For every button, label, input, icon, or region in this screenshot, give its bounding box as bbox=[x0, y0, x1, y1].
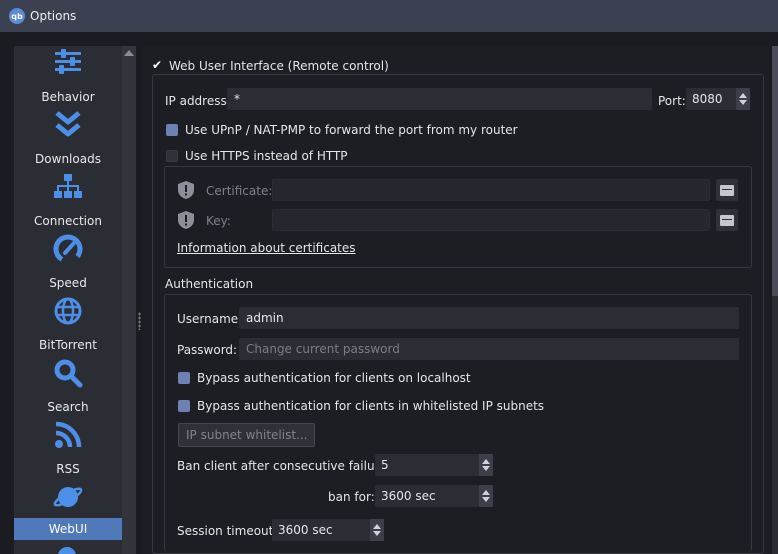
warning-shield-icon bbox=[178, 181, 194, 199]
password-label: Password: bbox=[177, 343, 238, 357]
scroll-up-arrow-icon[interactable] bbox=[124, 50, 134, 56]
upnp-checkbox[interactable] bbox=[166, 124, 178, 136]
ban-failures-spin-arrows[interactable] bbox=[479, 454, 493, 476]
splitter-handle[interactable] bbox=[138, 312, 141, 330]
webui-enable-label: Web User Interface (Remote control) bbox=[169, 59, 389, 73]
window-title: Options bbox=[30, 9, 77, 23]
password-placeholder: Change current password bbox=[246, 342, 400, 356]
bypass-localhost-checkbox[interactable] bbox=[178, 372, 190, 384]
key-label: Key: bbox=[206, 214, 231, 228]
certificate-label: Certificate: bbox=[206, 184, 273, 198]
webui-enable-checkbox[interactable]: ✔ bbox=[152, 58, 162, 72]
spin-down-icon[interactable] bbox=[373, 531, 381, 536]
ip-address-input[interactable]: * bbox=[227, 88, 652, 110]
bypass-whitelist-label: Bypass authentication for clients in whi… bbox=[197, 399, 545, 413]
ban-failures-label: Ban client after consecutive failures: bbox=[177, 459, 397, 473]
port-spin-arrows[interactable] bbox=[736, 88, 750, 110]
sidebar-item-label: Connection bbox=[34, 214, 102, 228]
sidebar-item-label: Downloads bbox=[35, 152, 101, 166]
spin-up-icon[interactable] bbox=[482, 459, 490, 464]
sidebar-item-bittorrent[interactable]: BitTorrent bbox=[14, 294, 122, 356]
authentication-section-title: Authentication bbox=[165, 277, 254, 291]
spin-down-icon[interactable] bbox=[482, 466, 490, 471]
session-timeout-label: Session timeout: bbox=[177, 524, 278, 538]
magnifier-icon bbox=[54, 359, 83, 388]
double-chevron-down-icon bbox=[55, 111, 81, 137]
sidebar-scrollbar[interactable] bbox=[122, 46, 136, 554]
options-sidebar: Behavior Downloads Connection Speed BitT… bbox=[14, 46, 122, 554]
sidebar-item-speed[interactable]: Speed bbox=[14, 232, 122, 294]
sidebar-item-label: Search bbox=[47, 400, 89, 414]
port-label: Port: bbox=[658, 94, 686, 108]
certificate-browse-button[interactable] bbox=[716, 179, 738, 201]
sliders-icon bbox=[55, 49, 81, 74]
username-label: Username: bbox=[177, 312, 243, 326]
sidebar-item-label: BitTorrent bbox=[39, 338, 97, 352]
title-bar: qb Options bbox=[0, 0, 778, 32]
ip-address-label: IP address: bbox=[165, 94, 231, 108]
https-label: Use HTTPS instead of HTTP bbox=[185, 149, 348, 163]
spin-down-icon[interactable] bbox=[482, 497, 490, 502]
ban-duration-spinbox[interactable]: 3600 sec bbox=[375, 485, 493, 507]
ban-failures-value: 5 bbox=[381, 458, 389, 472]
folder-browse-icon bbox=[720, 184, 734, 196]
network-icon bbox=[54, 174, 82, 198]
webui-settings-panel: ✔ Web User Interface (Remote control) IP… bbox=[142, 46, 770, 554]
sidebar-item-webui[interactable] bbox=[14, 480, 122, 554]
content-scrollbar[interactable] bbox=[772, 46, 778, 554]
ban-failures-spinbox[interactable]: 5 bbox=[375, 454, 493, 476]
port-value: 8080 bbox=[692, 92, 723, 106]
https-checkbox[interactable] bbox=[166, 150, 178, 162]
session-timeout-value: 3600 sec bbox=[278, 523, 333, 537]
bypass-localhost-label: Bypass authentication for clients on loc… bbox=[197, 371, 471, 385]
ban-duration-spin-arrows[interactable] bbox=[479, 485, 493, 507]
globe-icon bbox=[54, 297, 82, 325]
rss-icon bbox=[55, 421, 82, 448]
warning-shield-icon bbox=[178, 211, 194, 229]
upnp-label: Use UPnP / NAT-PMP to forward the port f… bbox=[185, 123, 518, 137]
qbittorrent-app-icon: qb bbox=[9, 8, 25, 24]
sidebar-item-rss[interactable]: RSS bbox=[14, 418, 122, 480]
key-browse-button[interactable] bbox=[716, 209, 738, 231]
spin-up-icon[interactable] bbox=[373, 524, 381, 529]
content-scrollbar-thumb[interactable] bbox=[772, 46, 778, 296]
sidebar-item-search[interactable]: Search bbox=[14, 356, 122, 418]
speedometer-icon bbox=[53, 234, 83, 264]
cert-info-link[interactable]: Information about certificates bbox=[177, 241, 356, 255]
session-timeout-spin-arrows[interactable] bbox=[370, 519, 384, 541]
password-input[interactable]: Change current password bbox=[239, 338, 739, 360]
partial-next-icon bbox=[58, 547, 76, 554]
spin-down-icon[interactable] bbox=[739, 100, 747, 105]
ban-duration-value: 3600 sec bbox=[381, 489, 436, 503]
folder-browse-icon bbox=[720, 214, 734, 226]
sidebar-item-label: Behavior bbox=[41, 90, 95, 104]
sidebar-item-label: RSS bbox=[56, 462, 80, 476]
bypass-whitelist-checkbox[interactable] bbox=[178, 400, 190, 412]
sidebar-item-label-active[interactable]: WebUI bbox=[14, 522, 122, 536]
planet-icon bbox=[53, 487, 83, 507]
sidebar-item-connection[interactable]: Connection bbox=[14, 170, 122, 232]
ip-subnet-whitelist-button[interactable]: IP subnet whitelist... bbox=[178, 423, 316, 447]
key-path-input[interactable] bbox=[272, 209, 710, 231]
spin-up-icon[interactable] bbox=[739, 93, 747, 98]
sidebar-item-downloads[interactable]: Downloads bbox=[14, 108, 122, 170]
session-timeout-spinbox[interactable]: 3600 sec bbox=[272, 519, 384, 541]
ban-for-label: ban for: bbox=[328, 490, 375, 504]
port-spinbox[interactable]: 8080 bbox=[686, 88, 750, 110]
sidebar-item-behavior[interactable]: Behavior bbox=[14, 46, 122, 108]
certificate-path-input[interactable] bbox=[272, 179, 710, 201]
username-input[interactable]: admin bbox=[239, 307, 739, 329]
spin-up-icon[interactable] bbox=[482, 490, 490, 495]
sidebar-item-label: Speed bbox=[49, 276, 87, 290]
